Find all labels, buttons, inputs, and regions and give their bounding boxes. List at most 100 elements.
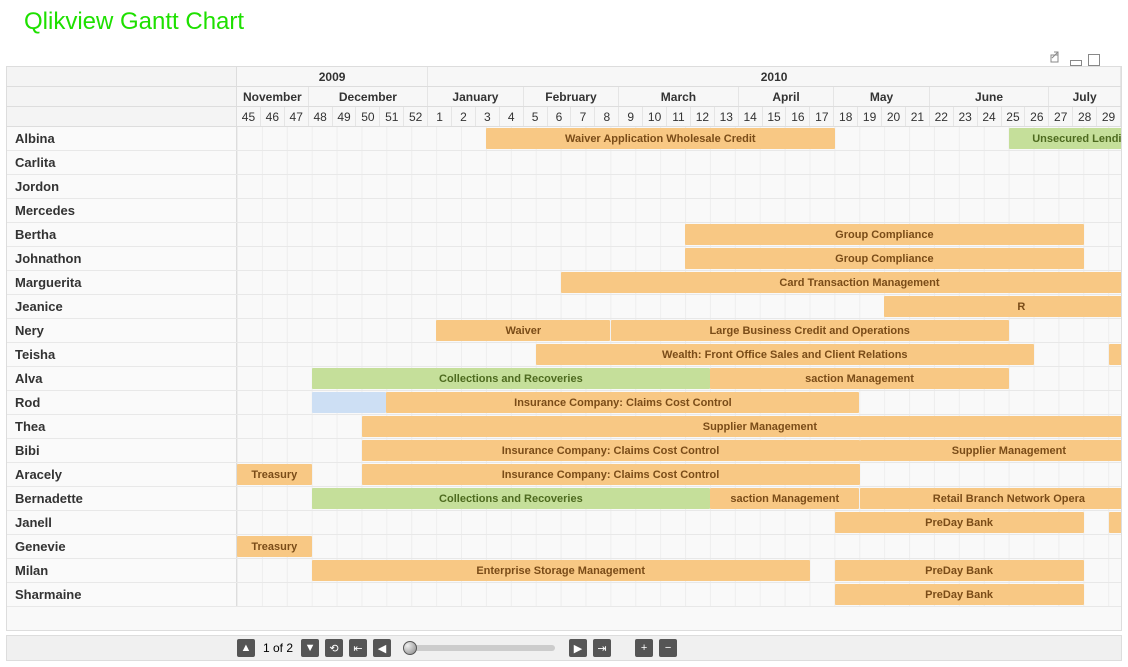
resource-label: Marguerita: [7, 271, 237, 294]
week-cell: 1: [428, 107, 452, 126]
row-track: [237, 199, 1121, 222]
month-cell: July: [1049, 87, 1121, 106]
zoom-slider[interactable]: [405, 645, 555, 651]
resource-label: Rod: [7, 391, 237, 414]
task-bar[interactable]: Ret: [1109, 344, 1122, 365]
resource-label: Albina: [7, 127, 237, 150]
task-bar[interactable]: saction Management: [710, 488, 859, 509]
row-track: Insurance Company: Claims Cost ControlSu…: [237, 439, 1121, 462]
task-bar[interactable]: PreDay Bank: [835, 512, 1084, 533]
task-bar[interactable]: Collections and Recoveries: [312, 488, 710, 509]
gantt-chart: 20092010 NovemberDecemberJanuaryFebruary…: [6, 66, 1122, 631]
resource-label: Jeanice: [7, 295, 237, 318]
resource-label: Teisha: [7, 343, 237, 366]
week-cell: 9: [619, 107, 643, 126]
row-track: Collections and Recoveriessaction Manage…: [237, 367, 1121, 390]
gantt-row: Thea Supplier Management: [7, 415, 1121, 439]
gantt-row: Jeanice R: [7, 295, 1121, 319]
month-cell: November: [237, 87, 309, 106]
week-cell: 52: [404, 107, 428, 126]
week-cell: 24: [978, 107, 1002, 126]
task-bar[interactable]: PreDay Bank: [835, 560, 1084, 581]
week-cell: 49: [333, 107, 357, 126]
resource-label: Nery: [7, 319, 237, 342]
year-cell: 2009: [237, 67, 428, 86]
resource-label: Alva: [7, 367, 237, 390]
task-bar[interactable]: Card Transaction Management: [561, 272, 1121, 293]
month-cell: May: [834, 87, 930, 106]
week-cell: 20: [882, 107, 906, 126]
month-cell: June: [930, 87, 1049, 106]
task-bar[interactable]: [312, 392, 387, 413]
row-track: [237, 175, 1121, 198]
task-bar[interactable]: Supplier Management: [860, 440, 1122, 461]
task-bar[interactable]: Waiver: [436, 320, 610, 341]
task-bar[interactable]: saction Management: [710, 368, 1009, 389]
week-cell: 19: [858, 107, 882, 126]
task-bar[interactable]: R: [884, 296, 1121, 317]
week-cell: 46: [261, 107, 285, 126]
resource-label: Thea: [7, 415, 237, 438]
task-bar[interactable]: Insurance Company: Claims Cost Control: [362, 464, 860, 485]
gantt-row: Jordon: [7, 175, 1121, 199]
week-cell: 8: [595, 107, 619, 126]
gantt-body: Albina Waiver Application Wholesale Credi…: [7, 127, 1121, 630]
week-cell: 25: [1002, 107, 1026, 126]
year-cell: 2010: [428, 67, 1121, 86]
row-track: WaiverLarge Business Credit and Operatio…: [237, 319, 1121, 342]
task-bar[interactable]: Collections and Recoveries: [312, 368, 710, 389]
task-bar[interactable]: Retail Branch Network Opera: [860, 488, 1122, 509]
zoom-out-button[interactable]: −: [659, 639, 677, 657]
resource-label: Mercedes: [7, 199, 237, 222]
paging-bar: ▲ 1 of 2 ▼ ⟲ ⇤ ◀ ▶ ⇥ + −: [6, 635, 1122, 661]
task-bar[interactable]: Enterprise Storage Management: [312, 560, 810, 581]
scroll-end-button[interactable]: ⇥: [593, 639, 611, 657]
page-indicator: 1 of 2: [261, 641, 295, 655]
gantt-row: NeryWaiverLarge Business Credit and Oper…: [7, 319, 1121, 343]
week-cell: 51: [380, 107, 404, 126]
task-bar[interactable]: Unsecured Lending: [1009, 128, 1121, 149]
gantt-row: MilanEnterprise Storage ManagementPreDay…: [7, 559, 1121, 583]
zoom-in-button[interactable]: +: [635, 639, 653, 657]
row-track: [237, 151, 1121, 174]
gantt-row: BibiInsurance Company: Claims Cost Contr…: [7, 439, 1121, 463]
history-back-button[interactable]: ⟲: [325, 639, 343, 657]
task-bar[interactable]: Supplier Management: [362, 416, 1122, 437]
resource-label: Aracely: [7, 463, 237, 486]
task-bar[interactable]: Group Compliance: [685, 224, 1083, 245]
week-cell: 50: [356, 107, 380, 126]
task-bar[interactable]: Treasury: [237, 464, 312, 485]
week-cell: 11: [667, 107, 691, 126]
month-cell: March: [619, 87, 738, 106]
row-track: PreDay Bank Ret: [237, 511, 1121, 534]
resource-label: Johnathon: [7, 247, 237, 270]
task-bar[interactable]: Wealth: Front Office Sales and Client Re…: [536, 344, 1034, 365]
task-bar[interactable]: Waiver Application Wholesale Credit: [486, 128, 835, 149]
task-bar[interactable]: Group Compliance: [685, 248, 1083, 269]
week-cell: 10: [643, 107, 667, 126]
zoom-slider-thumb[interactable]: [403, 641, 417, 655]
resource-label: Janell: [7, 511, 237, 534]
month-cell: April: [739, 87, 835, 106]
maximize-icon[interactable]: [1088, 54, 1100, 66]
task-bar[interactable]: PreDay Bank: [835, 584, 1084, 605]
scroll-start-button[interactable]: ⇤: [349, 639, 367, 657]
row-track: Treasury Insurance Company: Claims Cost C…: [237, 463, 1121, 486]
row-track: Wealth: Front Office Sales and Client Re…: [237, 343, 1121, 366]
task-bar[interactable]: Insurance Company: Claims Cost Control: [386, 392, 859, 413]
scroll-left-button[interactable]: ◀: [373, 639, 391, 657]
page-down-button[interactable]: ▼: [301, 639, 319, 657]
resource-label: Carlita: [7, 151, 237, 174]
task-bar[interactable]: Ret: [1109, 512, 1122, 533]
task-bar[interactable]: Insurance Company: Claims Cost Control: [362, 440, 860, 461]
row-track: Group Compliance: [237, 223, 1121, 246]
week-cell: 28: [1073, 107, 1097, 126]
scroll-right-button[interactable]: ▶: [569, 639, 587, 657]
month-cell: December: [309, 87, 428, 106]
minimize-icon[interactable]: [1070, 60, 1082, 66]
task-bar[interactable]: Treasury: [237, 536, 312, 557]
task-bar[interactable]: Large Business Credit and Operations: [611, 320, 1009, 341]
gantt-row: AlvaCollections and Recoveriessaction Ma…: [7, 367, 1121, 391]
resource-label: Sharmaine: [7, 583, 237, 606]
page-up-button[interactable]: ▲: [237, 639, 255, 657]
